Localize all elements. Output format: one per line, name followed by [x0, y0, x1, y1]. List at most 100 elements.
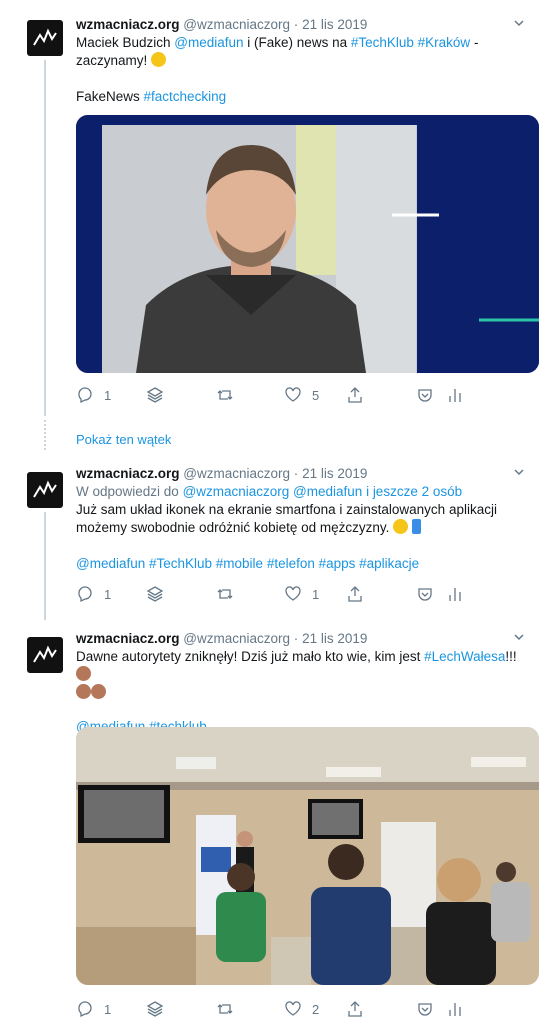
reply-context: W odpowiedzi do @wzmacniaczorg @mediafun… [76, 483, 532, 501]
handle[interactable]: @wzmacniaczorg [183, 466, 290, 481]
layers-button[interactable] [146, 1000, 164, 1018]
chevron-down-icon[interactable] [512, 465, 526, 479]
text-segment: - [470, 35, 479, 50]
share-button[interactable] [346, 585, 364, 603]
text-segment: !!! [505, 649, 517, 664]
pocket-icon [418, 1003, 432, 1016]
hashtag-link[interactable]: #Kraków [418, 35, 471, 50]
tweet-text: Już sam układ ikonek na ekranie smartfon… [76, 501, 532, 537]
display-name[interactable]: wzmacniacz.org [76, 466, 180, 481]
handle[interactable]: @wzmacniaczorg [183, 17, 290, 32]
monkey-emoji-icon [76, 666, 91, 681]
like-count: 2 [312, 1001, 320, 1017]
retweet-button[interactable] [216, 1000, 234, 1018]
timestamp[interactable]: 21 lis 2019 [302, 631, 367, 646]
display-name[interactable]: wzmacniacz.org [76, 631, 180, 646]
text-segment: możemy swobodnie odróżnić kobietę od męż… [76, 520, 390, 535]
thread-line [44, 60, 46, 416]
pocket-button[interactable] [416, 585, 434, 603]
avatar[interactable] [27, 20, 63, 56]
hashtag-link[interactable]: #LechWałesa [424, 649, 505, 664]
monkey-emoji-icon [76, 684, 91, 699]
show-thread-link[interactable]: Pokaż ten wątek [76, 432, 171, 447]
tweet-3[interactable]: wzmacniacz.org @wzmacniaczorg · 21 lis 2… [0, 620, 545, 1033]
phone-emoji-icon [411, 519, 421, 534]
pocket-button[interactable] [416, 1000, 434, 1018]
reply-button[interactable]: 1 [76, 585, 111, 603]
hashtag-link[interactable]: #TechKlub [351, 35, 414, 50]
tweet-image[interactable] [76, 727, 539, 985]
tweet-image[interactable] [76, 115, 539, 373]
tweet-tags[interactable]: @mediafun #TechKlub #mobile #telefon #ap… [76, 555, 532, 573]
like-count: 1 [312, 586, 320, 602]
tweet-header: wzmacniacz.org @wzmacniaczorg · 21 lis 2… [76, 16, 532, 34]
text-segment: zaczynamy! [76, 53, 148, 68]
share-icon [348, 586, 362, 602]
timestamp[interactable]: 21 lis 2019 [302, 466, 367, 481]
heart-icon [285, 387, 301, 402]
photo-conference-room [76, 727, 539, 985]
tweet-header: wzmacniacz.org @wzmacniaczorg · 21 lis 2… [76, 630, 532, 648]
layers-icon [146, 586, 164, 602]
thread-dots [44, 420, 46, 450]
analytics-button[interactable] [446, 585, 464, 603]
analytics-button[interactable] [446, 1000, 464, 1018]
share-button[interactable] [346, 386, 364, 404]
text-segment: i (Fake) news na [243, 35, 351, 50]
chevron-down-icon[interactable] [512, 630, 526, 644]
display-name[interactable]: wzmacniacz.org [76, 17, 180, 32]
tweet-header: wzmacniacz.org @wzmacniaczorg · 21 lis 2… [76, 465, 532, 483]
like-button[interactable]: 1 [284, 585, 319, 603]
handle[interactable]: @wzmacniaczorg [183, 631, 290, 646]
reply-more-link[interactable]: i jeszcze 2 osób [366, 484, 462, 499]
heart-icon [285, 586, 301, 601]
reply-button[interactable]: 1 [76, 386, 111, 404]
retweet-icon [217, 589, 233, 599]
tweet-2[interactable]: wzmacniacz.org @wzmacniaczorg · 21 lis 2… [0, 455, 545, 620]
avatar[interactable] [27, 637, 63, 673]
text-segment: Dawne autorytety zniknęły! Dziś już mało… [76, 649, 425, 664]
tweet-text: Maciek Budzich @mediafun i (Fake) news n… [76, 34, 532, 70]
retweet-icon [217, 1004, 233, 1014]
logo-icon [33, 645, 57, 663]
hashtag-link[interactable]: #factchecking [144, 89, 227, 104]
share-icon [348, 1001, 362, 1017]
tweet-text: Dawne autorytety zniknęły! Dziś już mało… [76, 648, 532, 702]
heart-icon [285, 1001, 301, 1016]
reply-count: 1 [104, 586, 112, 602]
thread-line [44, 512, 46, 620]
tweet-1[interactable]: wzmacniacz.org @wzmacniaczorg · 21 lis 2… [0, 0, 545, 455]
like-button[interactable]: 5 [284, 386, 319, 404]
tweet-actions: 1 5 [76, 386, 476, 406]
logo-icon [33, 28, 57, 46]
layers-icon [146, 387, 164, 403]
text-segment: FakeNews [76, 89, 144, 104]
retweet-button[interactable] [216, 386, 234, 404]
reply-prefix: W odpowiedzi do [76, 484, 183, 499]
analytics-button[interactable] [446, 386, 464, 404]
avatar[interactable] [27, 472, 63, 508]
tweet-actions: 1 1 [76, 585, 476, 605]
like-button[interactable]: 2 [284, 1000, 319, 1018]
layers-button[interactable] [146, 386, 164, 404]
text-segment: Maciek Budzich [76, 35, 175, 50]
reply-icon [78, 1001, 92, 1018]
text-segment: Już sam układ ikonek na ekranie smartfon… [76, 502, 497, 517]
share-button[interactable] [346, 1000, 364, 1018]
reply-to-links[interactable]: @wzmacniaczorg @mediafun [183, 484, 363, 499]
analytics-icon [449, 1003, 461, 1016]
logo-icon [33, 480, 57, 498]
reply-icon [78, 586, 92, 603]
share-icon [348, 387, 362, 403]
timestamp[interactable]: 21 lis 2019 [302, 17, 367, 32]
layers-button[interactable] [146, 585, 164, 603]
mention-link[interactable]: @mediafun [174, 35, 243, 50]
pocket-button[interactable] [416, 386, 434, 404]
scream-emoji-icon [393, 519, 409, 534]
like-count: 5 [312, 387, 320, 403]
reply-button[interactable]: 1 [76, 1000, 111, 1018]
chevron-down-icon[interactable] [512, 16, 526, 30]
retweet-button[interactable] [216, 585, 234, 603]
layers-icon [146, 1001, 164, 1017]
tweet-actions: 1 2 [76, 1000, 476, 1020]
